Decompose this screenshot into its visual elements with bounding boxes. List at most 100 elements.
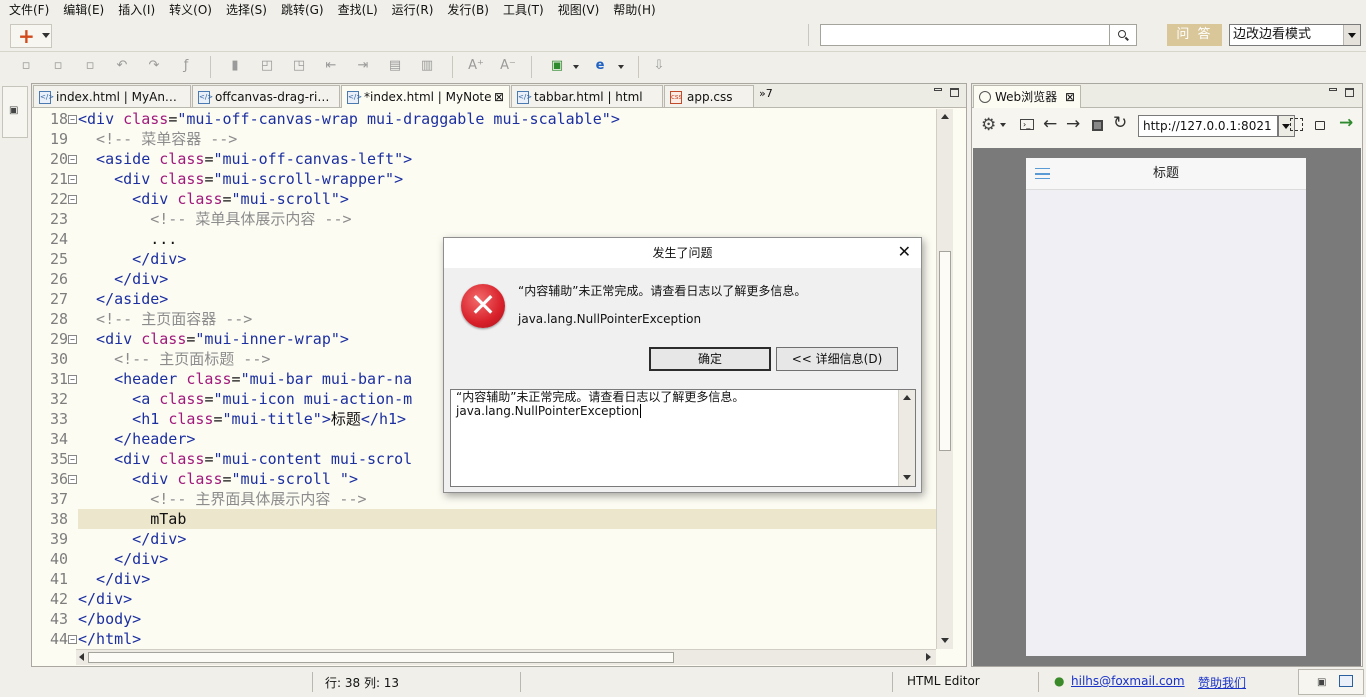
font-increase-icon[interactable]: A⁺ [467, 57, 485, 75]
editor-tab-offcanvas[interactable]: </> offcanvas-drag-ri… [192, 85, 340, 107]
donate-link[interactable]: 赞助我们 [1198, 674, 1246, 691]
chevron-down-icon[interactable] [573, 65, 579, 69]
bookmark-prev-icon[interactable]: ◰ [258, 57, 276, 75]
scroll-left-icon[interactable] [79, 653, 84, 661]
menu-item-2[interactable]: 插入(I) [111, 0, 162, 20]
console-icon[interactable]: ›_ [1020, 119, 1034, 130]
bookmark-next-icon[interactable]: ◳ [290, 57, 308, 75]
maximize-icon[interactable] [1345, 88, 1354, 97]
menu-item-7[interactable]: 运行(R) [385, 0, 441, 20]
menu-item-11[interactable]: 帮助(H) [606, 0, 662, 20]
menu-item-1[interactable]: 编辑(E) [56, 0, 111, 20]
line-number: 40 [49, 550, 68, 568]
fold-toggle-icon[interactable]: − [68, 375, 77, 384]
save-copy-icon[interactable]: ▫ [81, 57, 99, 75]
scroll-up-icon[interactable] [941, 114, 949, 119]
save-all-icon[interactable]: ▫ [49, 57, 67, 75]
restore-icon[interactable]: ▣ [9, 105, 18, 116]
fold-toggle-icon[interactable]: − [68, 175, 77, 184]
menu-item-10[interactable]: 视图(V) [551, 0, 607, 20]
fold-toggle-icon[interactable]: − [68, 195, 77, 204]
download-icon[interactable]: ⇩ [650, 57, 668, 75]
menu-item-0[interactable]: 文件(F) [2, 0, 56, 20]
scroll-up-icon[interactable] [903, 395, 911, 400]
minimize-icon[interactable] [1329, 88, 1337, 91]
details-textarea[interactable]: “内容辅助”未正常完成。请查看日志以了解更多信息。 java.lang.Null… [450, 389, 916, 487]
horizontal-scrollbar[interactable] [76, 649, 936, 665]
scroll-thumb[interactable] [88, 652, 674, 663]
restore-icon[interactable]: ▣ [1317, 677, 1326, 688]
code-token: </html> [78, 630, 142, 648]
tab-overflow-button[interactable]: »7 [759, 87, 773, 100]
code-line: </header> [78, 429, 195, 449]
ie-icon[interactable]: e [591, 57, 609, 75]
scroll-thumb[interactable] [939, 251, 951, 451]
maximize-icon[interactable] [950, 88, 959, 97]
code-line: </div> [78, 529, 186, 549]
globe-icon [979, 91, 991, 103]
details-button[interactable]: << 详细信息(D) [776, 347, 898, 371]
fold-toggle-icon[interactable]: − [68, 155, 77, 164]
email-link[interactable]: hilhs@foxmail.com [1071, 674, 1185, 688]
uncomment-icon[interactable]: ▥ [418, 57, 436, 75]
ask-button[interactable]: 问 答 [1167, 24, 1222, 46]
editor-tab-app-css[interactable]: css app.css [664, 85, 754, 107]
search-button[interactable] [1110, 24, 1137, 46]
redo-icon[interactable]: ↷ [145, 57, 163, 75]
menu-item-8[interactable]: 发行(B) [440, 0, 496, 20]
code-token: = [213, 410, 223, 428]
menu-item-3[interactable]: 转义(O) [162, 0, 219, 20]
stop-icon[interactable] [1092, 120, 1103, 131]
forward-icon[interactable]: → [1066, 114, 1080, 134]
details-scrollbar[interactable] [898, 390, 915, 486]
run-icon[interactable]: ▣ [548, 57, 566, 75]
editor-tab-index-myan[interactable]: </> index.html | MyAn… [33, 85, 191, 107]
font-decrease-icon[interactable]: A⁻ [499, 57, 517, 75]
url-input[interactable]: http://127.0.0.1:8021 [1138, 115, 1278, 137]
comment-icon[interactable]: ▤ [386, 57, 404, 75]
fold-toggle-icon[interactable]: − [68, 455, 77, 464]
fold-toggle-icon[interactable]: − [68, 115, 77, 124]
go-icon[interactable]: → [1339, 113, 1353, 133]
qrcode-icon[interactable] [1290, 118, 1303, 131]
editor-tab-index-mynote[interactable]: </> *index.html | MyNote ⊠ [341, 85, 510, 108]
menu-item-6[interactable]: 查找(L) [331, 0, 385, 20]
gear-icon[interactable]: ⚙ [981, 115, 996, 135]
minimize-icon[interactable] [934, 88, 942, 91]
fold-toggle-icon[interactable]: − [68, 635, 77, 644]
code-token: <!-- 主页面容器 --> [78, 310, 253, 328]
vertical-scrollbar[interactable] [936, 109, 953, 649]
new-button[interactable]: + [10, 24, 52, 48]
menu-item-4[interactable]: 选择(S) [219, 0, 274, 20]
chevron-down-icon[interactable] [618, 65, 624, 69]
lock-icon[interactable] [1315, 121, 1325, 130]
editor-tab-tabbar[interactable]: </> tabbar.html | html [511, 85, 663, 107]
chevron-down-icon[interactable] [1000, 123, 1006, 127]
scroll-down-icon[interactable] [941, 638, 949, 643]
ok-button[interactable]: 确定 [649, 347, 771, 371]
goto-start-icon[interactable]: ⇤ [322, 57, 340, 75]
bookmark-icon[interactable]: ▮ [226, 57, 244, 75]
close-icon[interactable]: ⊠ [494, 86, 504, 108]
undo-icon[interactable]: ↶ [113, 57, 131, 75]
scroll-down-icon[interactable] [903, 475, 911, 480]
back-icon[interactable]: ← [1043, 114, 1057, 134]
mode-select[interactable]: 边改边看模式 [1229, 24, 1361, 46]
close-icon[interactable]: ⊠ [1065, 86, 1075, 108]
fold-toggle-icon[interactable]: − [68, 475, 77, 484]
fold-toggle-icon[interactable]: − [68, 335, 77, 344]
tab-web-browser[interactable]: Web浏览器 ⊠ [973, 85, 1081, 108]
console-view-icon[interactable] [1339, 675, 1353, 687]
code-line: </div> [78, 549, 168, 569]
save-icon[interactable]: ▫ [17, 57, 35, 75]
search-input[interactable] [820, 24, 1110, 46]
menu-item-5[interactable]: 跳转(G) [274, 0, 331, 20]
goto-end-icon[interactable]: ⇥ [354, 57, 372, 75]
scroll-right-icon[interactable] [926, 653, 931, 661]
code-token: </div> [78, 570, 151, 588]
close-icon[interactable]: ✕ [898, 238, 911, 266]
code-line: <!-- 主界面具体展示内容 --> [78, 489, 366, 509]
menu-item-9[interactable]: 工具(T) [496, 0, 551, 20]
format-icon[interactable]: ƒ [177, 57, 195, 75]
refresh-icon[interactable]: ↻ [1113, 113, 1127, 133]
